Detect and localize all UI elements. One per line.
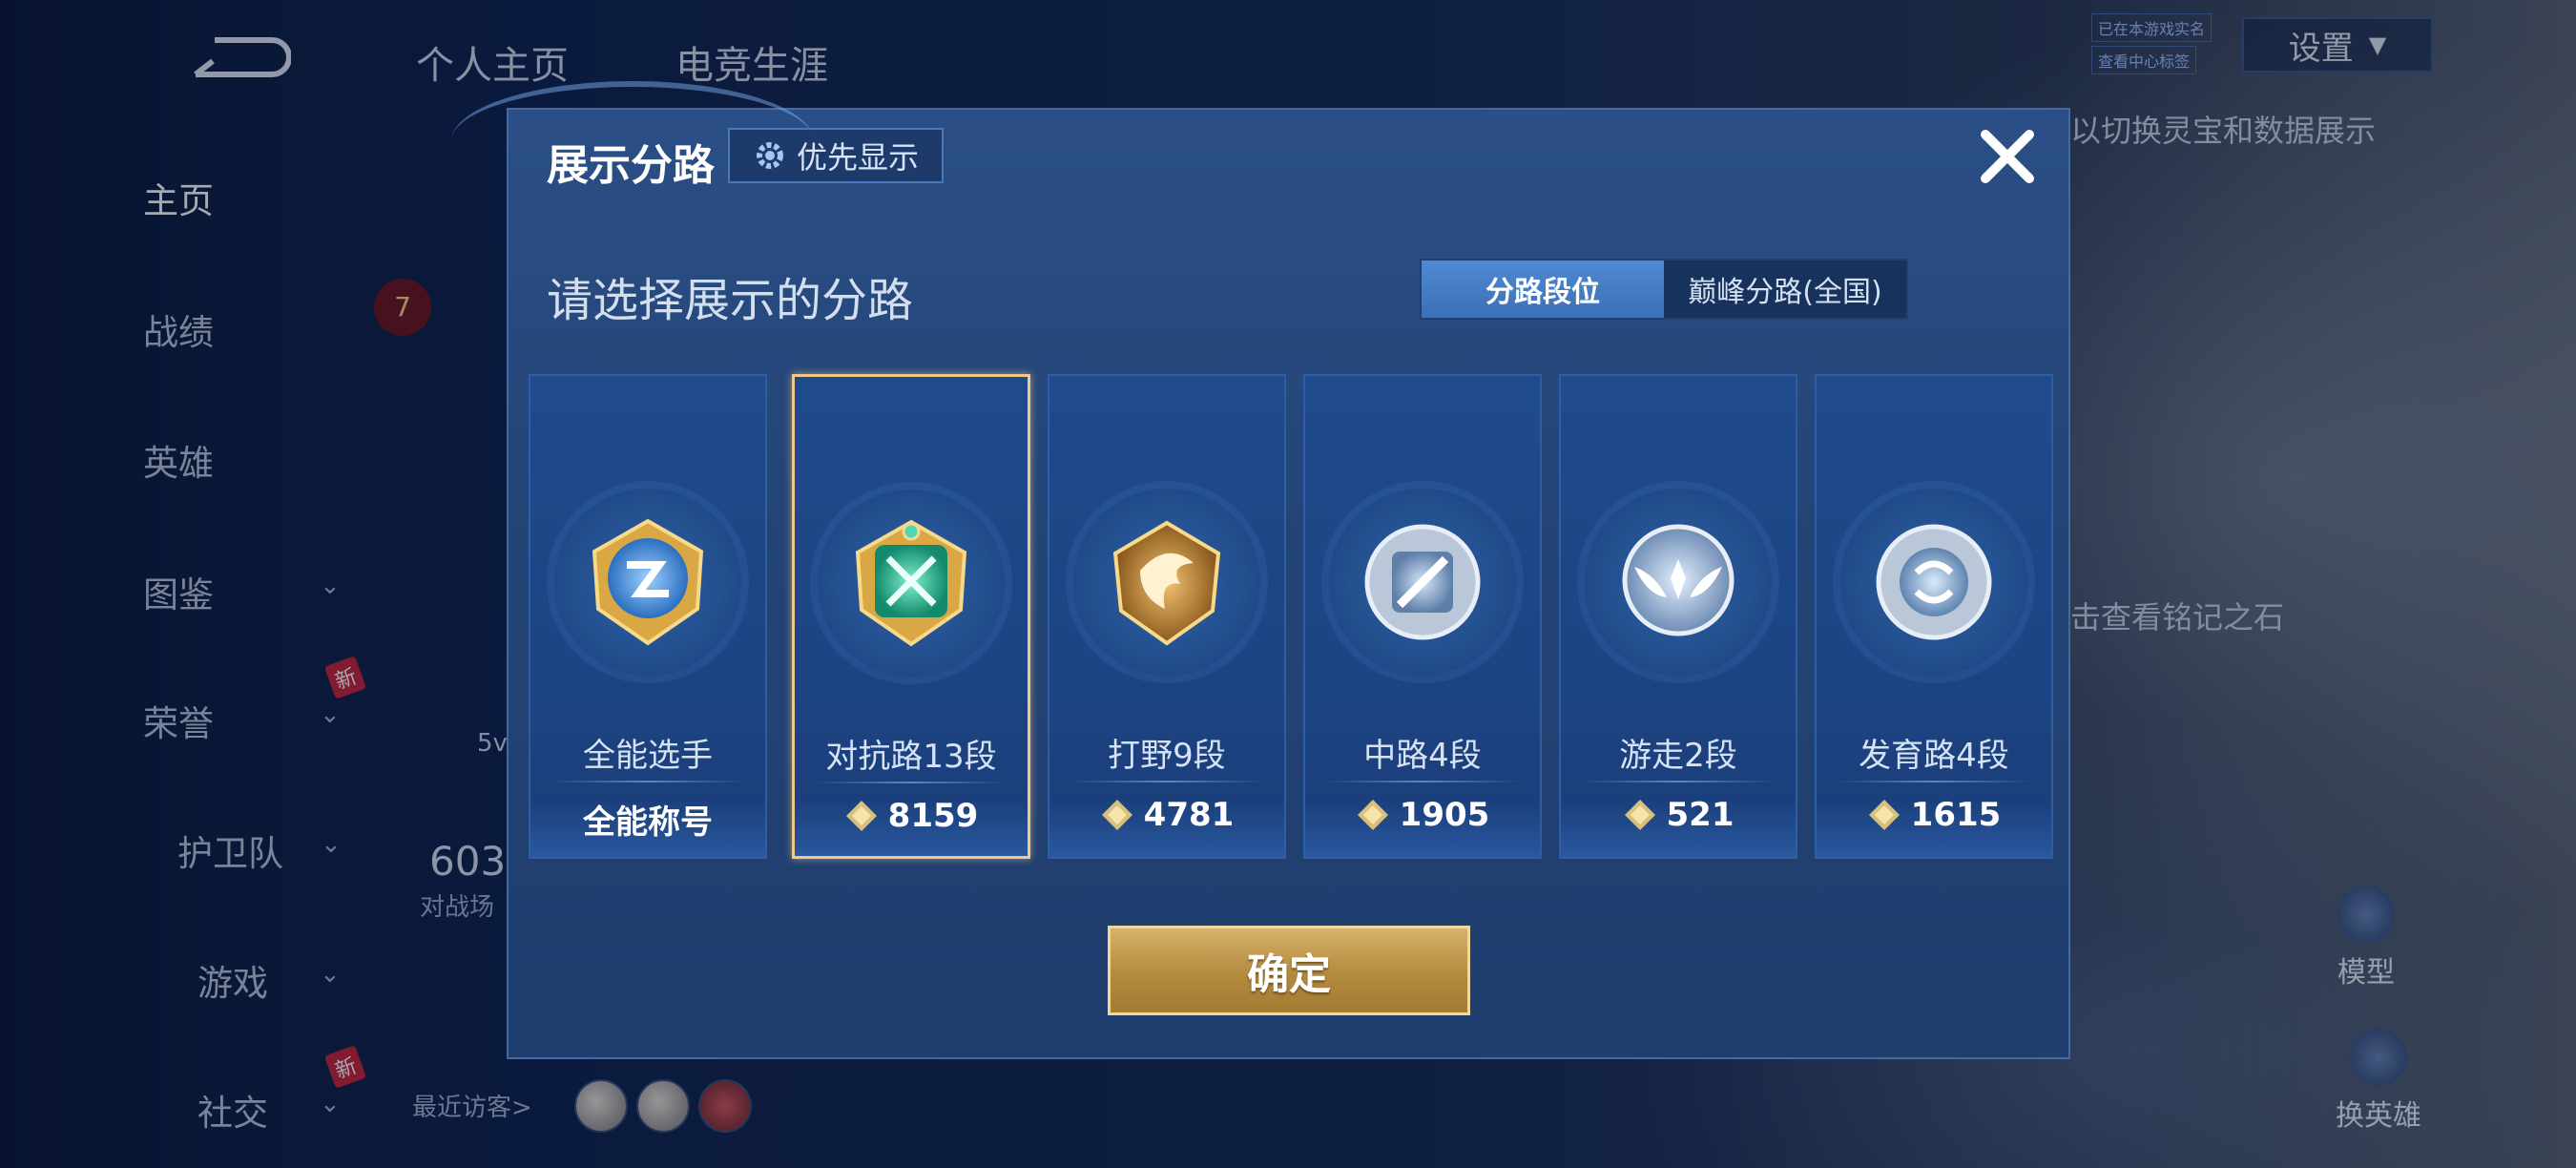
segment-lane-rank[interactable]: 分路段位 [1422, 261, 1664, 318]
lane-card-mid[interactable]: 中路4段 1905 [1303, 374, 1542, 859]
value-text: 1905 [1399, 796, 1490, 834]
lane-value: 全能称号 [530, 796, 765, 843]
lane-name: 发育路4段 [1859, 737, 2009, 775]
dialog-subtitle: 请选择展示的分路 [547, 274, 914, 327]
lane-value: 4781 [1049, 796, 1284, 834]
lane-card-farm[interactable]: 发育路4段 1615 [1815, 374, 2053, 859]
lane-card-all-round[interactable]: 全能选手 全能称号 [529, 374, 767, 859]
dialog-title: 展示分路 [547, 141, 715, 190]
lane-name: 游走2段 [1619, 737, 1737, 775]
farm-lane-medal-icon [1876, 524, 1992, 640]
lane-name: 打野9段 [1108, 737, 1226, 775]
lane-display-dialog: 展示分路 优先显示 请选择展示的分路 分路段位 巅峰分路(全国) 全能选手 全能… [451, 81, 2070, 1059]
divider [1324, 781, 1521, 782]
divider [814, 782, 1008, 783]
gem-icon [845, 801, 877, 831]
value-text: 全能称号 [583, 803, 713, 842]
segment-peak-lane[interactable]: 巅峰分路(全国) [1664, 261, 1906, 318]
jungle-medal-icon [1112, 520, 1221, 646]
value-text: 8159 [887, 797, 979, 835]
lane-value: 8159 [795, 797, 1028, 835]
lane-card-roam[interactable]: 游走2段 521 [1559, 374, 1797, 859]
confirm-label: 确定 [1247, 950, 1331, 999]
gem-icon [1624, 800, 1655, 830]
clash-lane-medal-icon [855, 519, 967, 647]
gear-icon [756, 142, 783, 169]
lane-card-clash[interactable]: 对抗路13段 8159 [792, 374, 1030, 859]
lane-value: 1905 [1305, 796, 1540, 834]
lane-card-jungle[interactable]: 打野9段 4781 [1048, 374, 1286, 859]
divider [1580, 781, 1776, 782]
divider [1836, 781, 2032, 782]
close-icon[interactable] [1972, 121, 2043, 192]
lane-value: 1615 [1817, 796, 2051, 834]
gem-icon [1868, 800, 1900, 830]
view-segmented-control: 分路段位 巅峰分路(全国) [1420, 259, 1908, 320]
gem-icon [1101, 800, 1132, 830]
lane-name: 对抗路13段 [825, 738, 997, 776]
divider [550, 781, 746, 782]
value-text: 521 [1666, 796, 1735, 834]
all-round-medal-icon [592, 518, 704, 646]
lane-value: 521 [1561, 796, 1796, 834]
lane-name: 中路4段 [1363, 737, 1482, 775]
value-text: 4781 [1143, 796, 1235, 834]
priority-display-button[interactable]: 优先显示 [728, 128, 944, 183]
value-text: 1615 [1910, 796, 2002, 834]
lane-name: 全能选手 [583, 737, 713, 775]
roam-medal-icon [1622, 524, 1735, 636]
gem-icon [1357, 800, 1388, 830]
confirm-button[interactable]: 确定 [1108, 926, 1470, 1015]
divider [1069, 781, 1265, 782]
priority-label: 优先显示 [796, 139, 919, 176]
mid-lane-medal-icon [1364, 524, 1481, 640]
